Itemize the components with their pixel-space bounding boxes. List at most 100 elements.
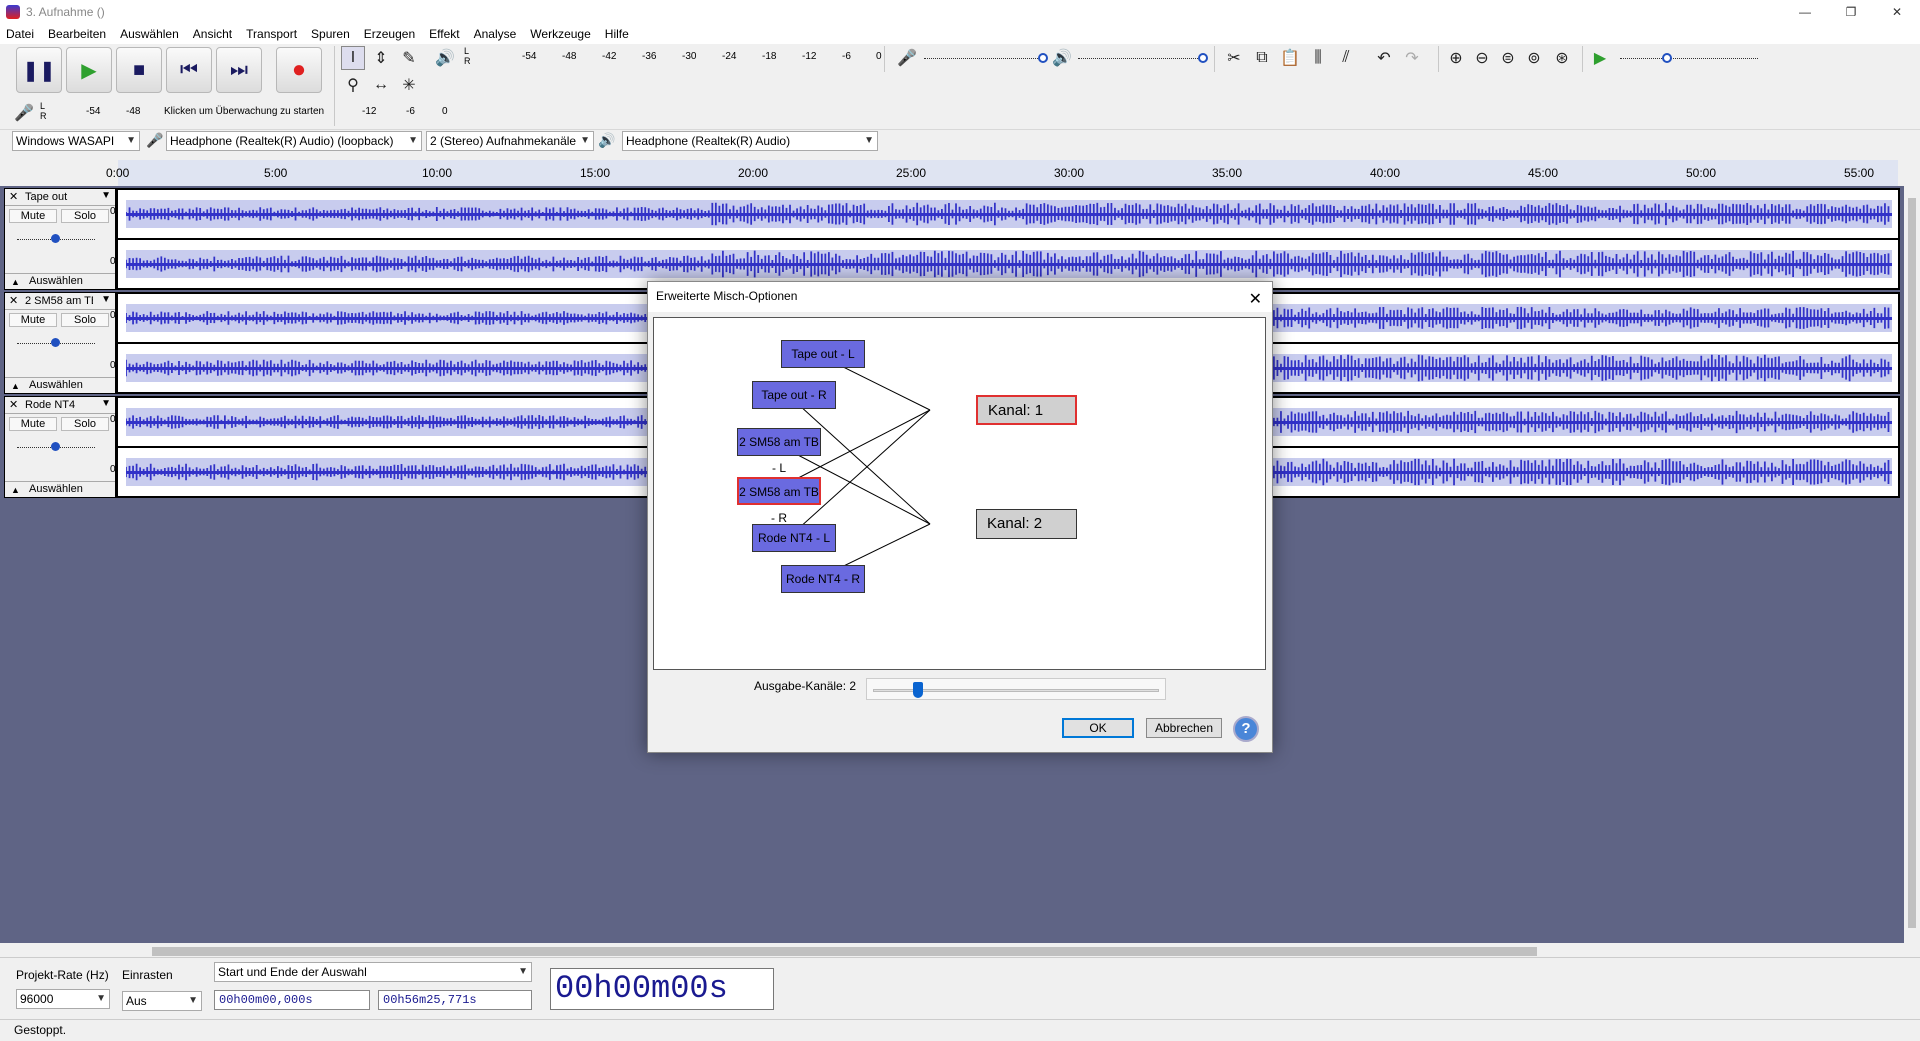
vertical-scrollbar[interactable] (1904, 186, 1920, 943)
horizontal-scrollbar[interactable] (136, 945, 1906, 957)
timeline-scale[interactable]: 0:00 5:00 10:00 15:00 20:00 25:00 30:00 … (106, 160, 1898, 186)
recording-device-select[interactable]: Headphone (Realtek(R) Audio) (loopback) ▼ (166, 131, 422, 151)
selection-start-time[interactable]: 00h00m00,000s (214, 990, 370, 1010)
menu-transport[interactable]: Transport (246, 27, 297, 41)
fit-selection-icon[interactable]: ⊜ (1496, 46, 1520, 70)
trim-icon[interactable]: ⫼ (1306, 46, 1330, 70)
zoom-toggle-icon[interactable]: ⊛ (1550, 46, 1574, 70)
play-speed-slider[interactable] (1620, 50, 1758, 66)
menu-hilfe[interactable]: Hilfe (605, 27, 629, 41)
track-name[interactable]: Tape out (25, 191, 93, 203)
track-name[interactable]: Rode NT4 (25, 399, 93, 411)
menu-effekt[interactable]: Effekt (429, 27, 459, 41)
undo-icon[interactable]: ↶ (1372, 46, 1396, 70)
mix-input-rode-r[interactable]: Rode NT4 - R (781, 565, 865, 593)
fit-project-icon[interactable]: ⊚ (1522, 46, 1546, 70)
solo-button[interactable]: Solo (61, 417, 109, 431)
select-track-button[interactable]: ▲ Auswählen (5, 273, 115, 289)
maximize-button[interactable]: ❐ (1828, 0, 1874, 24)
multi-tool-icon[interactable]: ✳ (397, 73, 421, 97)
close-track-icon[interactable]: ✕ (9, 398, 18, 411)
vertical-scroll-thumb[interactable] (1908, 198, 1916, 928)
mix-output-channel-1[interactable]: Kanal: 1 (976, 395, 1077, 425)
record-meter[interactable]: L R -54 -48 Klicken um Überwachung zu st… (40, 101, 450, 123)
speaker-icon[interactable]: 🔊 (433, 46, 457, 70)
channel-left[interactable]: 0 (110, 190, 1898, 238)
track-menu-icon[interactable]: ▼ (101, 294, 111, 305)
menu-spuren[interactable]: Spuren (311, 27, 350, 41)
pause-button[interactable]: ❚❚ (16, 47, 62, 93)
track-control-panel[interactable]: ✕ Tape out ▼ Mute Solo ▲ Auswählen (5, 189, 115, 289)
track-control-panel[interactable]: ✕ 2 SM58 am TB ▼ Mute Solo ▲ Auswählen (5, 293, 115, 393)
copy-icon[interactable]: ⧉ (1250, 46, 1274, 70)
mix-input-rode-l[interactable]: Rode NT4 - L (752, 524, 836, 552)
snap-select[interactable]: Aus ▼ (122, 991, 202, 1011)
horizontal-scroll-thumb[interactable] (152, 947, 1537, 956)
zoom-out-icon[interactable]: ⊖ (1470, 46, 1494, 70)
cut-icon[interactable]: ✂ (1222, 46, 1246, 70)
collapse-icon[interactable]: ▲ (11, 275, 20, 290)
monitor-hint[interactable]: Klicken um Überwachung zu starten (164, 106, 324, 117)
track-menu-icon[interactable]: ▼ (101, 398, 111, 409)
mix-input-sm58-l[interactable]: 2 SM58 am TB - L (737, 428, 821, 475)
mix-input-tape-out-l[interactable]: Tape out - L (781, 340, 865, 368)
selection-mode-select[interactable]: Start und Ende der Auswahl ▼ (214, 962, 532, 982)
ok-button[interactable]: OK (1062, 718, 1134, 738)
paste-icon[interactable]: 📋 (1278, 46, 1302, 70)
close-icon[interactable]: ✕ (1249, 286, 1262, 314)
stop-button[interactable]: ■ (116, 47, 162, 93)
minimize-button[interactable]: — (1782, 0, 1828, 24)
playback-volume-slider[interactable] (1078, 50, 1208, 66)
record-volume-slider[interactable] (924, 50, 1048, 66)
zoom-in-icon[interactable]: ⊕ (1444, 46, 1468, 70)
menu-werkzeuge[interactable]: Werkzeuge (530, 27, 590, 41)
menu-analyse[interactable]: Analyse (474, 27, 517, 41)
recording-channels-select[interactable]: 2 (Stereo) Aufnahmekanäle ▼ (426, 131, 594, 151)
collapse-icon[interactable]: ▲ (11, 379, 20, 394)
gain-slider[interactable] (17, 335, 95, 351)
waveform[interactable] (126, 200, 1892, 228)
playback-device-select[interactable]: Headphone (Realtek(R) Audio) ▼ (622, 131, 878, 151)
envelope-tool-icon[interactable]: ⇕ (369, 46, 393, 70)
gain-slider[interactable] (17, 231, 95, 247)
silence-icon[interactable]: ⫽ (1334, 46, 1358, 70)
project-rate-select[interactable]: 96000 ▼ (16, 989, 110, 1009)
close-window-button[interactable]: ✕ (1874, 0, 1920, 24)
mute-button[interactable]: Mute (9, 417, 57, 431)
menu-bearbeiten[interactable]: Bearbeiten (48, 27, 106, 41)
solo-button[interactable]: Solo (61, 209, 109, 223)
draw-tool-icon[interactable]: ✎ (397, 46, 421, 70)
skip-to-start-button[interactable]: ⏮ (166, 47, 212, 93)
select-track-button[interactable]: ▲ Auswählen (5, 481, 115, 497)
mute-button[interactable]: Mute (9, 313, 57, 327)
timeshift-tool-icon[interactable]: ↔ (369, 73, 393, 97)
menu-ansicht[interactable]: Ansicht (193, 27, 232, 41)
zoom-tool-icon[interactable]: ⚲ (341, 73, 365, 97)
track-menu-icon[interactable]: ▼ (101, 190, 111, 201)
selection-tool-icon[interactable]: I (341, 46, 365, 70)
audio-position-display[interactable]: 00h00m00s (550, 968, 774, 1010)
close-track-icon[interactable]: ✕ (9, 190, 18, 203)
mix-output-channel-2[interactable]: Kanal: 2 (976, 509, 1077, 539)
menu-auswaehlen[interactable]: Auswählen (120, 27, 179, 41)
help-icon[interactable]: ? (1233, 716, 1259, 742)
play-button[interactable]: ▶ (66, 47, 112, 93)
redo-icon[interactable]: ↷ (1400, 46, 1424, 70)
output-channels-thumb[interactable] (913, 682, 923, 698)
output-channels-slider[interactable] (866, 678, 1166, 700)
track-name[interactable]: 2 SM58 am TB (25, 295, 93, 307)
gain-slider[interactable] (17, 439, 95, 455)
microphone-icon[interactable]: 🎤 (12, 101, 36, 125)
close-track-icon[interactable]: ✕ (9, 294, 18, 307)
track-tape-out[interactable]: ✕ Tape out ▼ Mute Solo ▲ Auswählen 0 0 (4, 188, 1900, 290)
solo-button[interactable]: Solo (61, 313, 109, 327)
cancel-button[interactable]: Abbrechen (1146, 718, 1222, 738)
record-button[interactable]: ● (276, 47, 322, 93)
menu-datei[interactable]: Datei (6, 27, 34, 41)
track-control-panel[interactable]: ✕ Rode NT4 ▼ Mute Solo ▲ Auswählen (5, 397, 115, 497)
audio-host-select[interactable]: Windows WASAPI ▼ (12, 131, 140, 151)
select-track-button[interactable]: ▲ Auswählen (5, 377, 115, 393)
playback-meter[interactable]: L R -54 -48 -42 -36 -30 -24 -18 -12 -6 0 (462, 46, 882, 68)
collapse-icon[interactable]: ▲ (11, 483, 20, 498)
play-at-speed-icon[interactable]: ▶ (1588, 46, 1612, 70)
